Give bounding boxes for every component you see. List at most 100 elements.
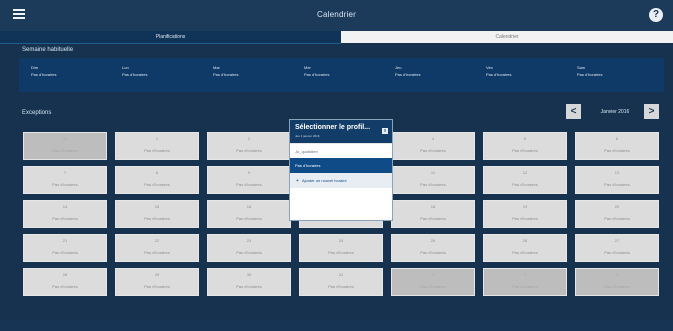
day-status: Pas d'horaires <box>604 148 630 153</box>
calendar-day-cell[interactable]: 1 Pas d'horaires <box>115 132 199 160</box>
calendar-day-cell[interactable]: 2 Pas d'horaires <box>483 268 567 296</box>
weekday-name: Lun <box>122 65 129 70</box>
calendar-day-cell[interactable]: 30 Pas d'horaires <box>207 268 291 296</box>
calendar-day-cell[interactable]: 24 Pas d'horaires <box>299 234 383 262</box>
weekday-ven[interactable]: Ven Pas d'horaires <box>480 61 568 88</box>
weekday-sam[interactable]: Sam Pas d'horaires <box>571 61 659 88</box>
tab-calendrier[interactable]: Calendrier <box>341 31 673 43</box>
day-status: Pas d'horaires <box>144 284 170 289</box>
weekly-section-label: Semaine habituelle <box>22 47 74 53</box>
day-number: 4 <box>431 136 435 141</box>
calendar-day-cell[interactable]: 25 Pas d'horaires <box>391 234 475 262</box>
close-icon[interactable]: x <box>382 128 388 134</box>
day-number: 8 <box>155 170 159 175</box>
calendar-day-cell[interactable]: 18 Pas d'horaires <box>391 200 475 228</box>
profile-option-pas-d-horaires[interactable]: Pas d'horaires <box>290 158 392 173</box>
day-status: Pas d'horaires <box>512 250 538 255</box>
calendar-day-cell[interactable]: 21 Pas d'horaires <box>23 234 107 262</box>
day-number: 7 <box>63 170 67 175</box>
day-number: 2 <box>523 272 527 277</box>
weekday-status: Pas d'horaires <box>31 72 57 77</box>
weekday-status: Pas d'horaires <box>395 72 421 77</box>
day-number: 1 <box>155 136 159 141</box>
day-number: 19 <box>522 204 528 209</box>
profile-option-jo-quotidien[interactable]: Jo_quotidien <box>290 143 392 158</box>
day-status: Pas d'horaires <box>144 182 170 187</box>
day-status: Pas d'horaires <box>144 250 170 255</box>
calendar-day-cell[interactable]: 22 Pas d'horaires <box>115 234 199 262</box>
day-number: 12 <box>522 170 528 175</box>
profile-picker-popup: Sélectionner le profil... Jeu 1 janvier … <box>289 119 393 221</box>
day-number: 5 <box>523 136 527 141</box>
calendar-day-cell[interactable]: 9 Pas d'horaires <box>207 166 291 194</box>
calendar-day-cell[interactable]: 6 Pas d'horaires <box>575 132 659 160</box>
calendar-day-cell[interactable]: 31 Pas d'horaires <box>299 268 383 296</box>
plus-icon: + <box>296 178 299 184</box>
day-status: Pas d'horaires <box>512 148 538 153</box>
weekday-dim[interactable]: Dim Pas d'horaires <box>25 61 113 88</box>
calendar-day-cell[interactable]: 14 Pas d'horaires <box>23 200 107 228</box>
top-bar: Calendrier ? <box>0 0 673 32</box>
popup-title: Sélectionner le profil... <box>295 124 371 131</box>
day-status: Pas d'horaires <box>52 182 78 187</box>
help-icon[interactable]: ? <box>649 8 663 22</box>
weekday-mer[interactable]: Mer Pas d'horaires <box>298 61 386 88</box>
day-number: 21 <box>62 238 68 243</box>
day-status: Pas d'horaires <box>236 182 262 187</box>
calendar-day-cell[interactable]: 4 Pas d'horaires <box>391 132 475 160</box>
day-status: Pas d'horaires <box>52 216 78 221</box>
calendar-day-cell[interactable]: 3 Pas d'horaires <box>575 268 659 296</box>
calendar-day-cell[interactable]: 2 Pas d'horaires <box>207 132 291 160</box>
tab-bar: Planifications Calendrier <box>0 31 673 44</box>
weekday-status: Pas d'horaires <box>122 72 148 77</box>
day-number: 23 <box>246 238 252 243</box>
day-status: Pas d'horaires <box>328 284 354 289</box>
calendar-day-cell[interactable]: 11 Pas d'horaires <box>391 166 475 194</box>
day-number: 31 <box>62 136 68 141</box>
calendar-day-cell[interactable]: 8 Pas d'horaires <box>115 166 199 194</box>
day-number: 18 <box>430 204 436 209</box>
weekday-name: Sam <box>577 65 586 70</box>
weekday-mar[interactable]: Mar Pas d'horaires <box>207 61 295 88</box>
day-number: 26 <box>522 238 528 243</box>
day-status: Pas d'horaires <box>604 182 630 187</box>
day-status: Pas d'horaires <box>328 250 354 255</box>
day-status: Pas d'horaires <box>236 216 262 221</box>
popup-subtitle: Jeu 1 janvier 2016 <box>295 134 320 138</box>
calendar-day-cell[interactable]: 7 Pas d'horaires <box>23 166 107 194</box>
calendar-day-cell[interactable]: 13 Pas d'horaires <box>575 166 659 194</box>
weekday-lun[interactable]: Lun Pas d'horaires <box>116 61 204 88</box>
calendar-day-cell[interactable]: 29 Pas d'horaires <box>115 268 199 296</box>
day-number: 28 <box>62 272 68 277</box>
day-number: 9 <box>247 170 251 175</box>
calendar-day-cell[interactable]: 27 Pas d'horaires <box>575 234 659 262</box>
day-number: 1 <box>431 272 435 277</box>
calendar-day-cell[interactable]: 20 Pas d'horaires <box>575 200 659 228</box>
day-status: Pas d'horaires <box>420 284 446 289</box>
previous-month-button[interactable]: < <box>566 104 581 119</box>
day-status: Pas d'horaires <box>144 216 170 221</box>
day-number: 24 <box>338 238 344 243</box>
calendar-day-cell[interactable]: 31 Pas d'horaires <box>23 132 107 160</box>
calendar-day-cell[interactable]: 16 Pas d'horaires <box>207 200 291 228</box>
day-number: 14 <box>62 204 68 209</box>
day-status: Pas d'horaires <box>604 284 630 289</box>
calendar-day-cell[interactable]: 15 Pas d'horaires <box>115 200 199 228</box>
next-month-button[interactable]: > <box>644 104 659 119</box>
calendar-day-cell[interactable]: 23 Pas d'horaires <box>207 234 291 262</box>
tab-planifications[interactable]: Planifications <box>0 31 341 44</box>
day-status: Pas d'horaires <box>144 148 170 153</box>
add-schedule-label: Ajouter un nouvel horaire <box>302 178 347 183</box>
calendar-day-cell[interactable]: 12 Pas d'horaires <box>483 166 567 194</box>
day-status: Pas d'horaires <box>420 250 446 255</box>
weekday-name: Mer <box>304 65 311 70</box>
day-status: Pas d'horaires <box>512 182 538 187</box>
calendar-day-cell[interactable]: 19 Pas d'horaires <box>483 200 567 228</box>
calendar-day-cell[interactable]: 1 Pas d'horaires <box>391 268 475 296</box>
calendar-day-cell[interactable]: 5 Pas d'horaires <box>483 132 567 160</box>
day-number: 30 <box>246 272 252 277</box>
add-schedule-button[interactable]: + Ajouter un nouvel horaire <box>290 173 392 188</box>
calendar-day-cell[interactable]: 28 Pas d'horaires <box>23 268 107 296</box>
weekday-jeu[interactable]: Jeu Pas d'horaires <box>389 61 477 88</box>
calendar-day-cell[interactable]: 26 Pas d'horaires <box>483 234 567 262</box>
